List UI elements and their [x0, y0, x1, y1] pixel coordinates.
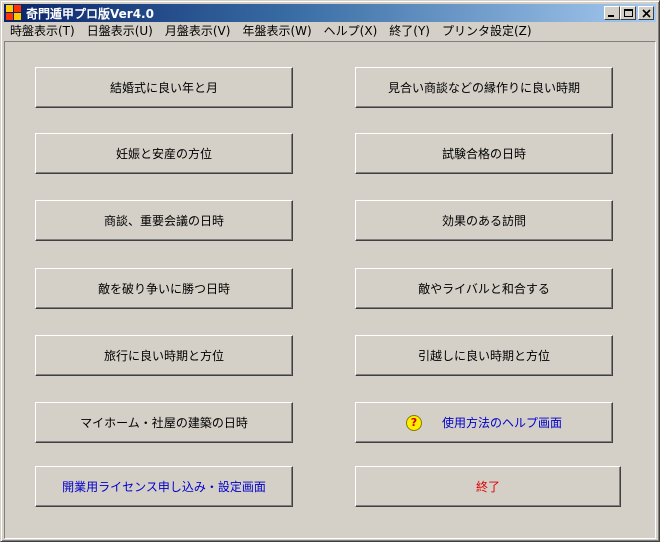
- help-button[interactable]: ? 使用方法のヘルプ画面: [355, 402, 613, 443]
- business-meeting-button[interactable]: 商談、重要会議の日時: [35, 200, 293, 241]
- close-icon: [642, 9, 651, 18]
- pregnancy-button[interactable]: 妊娠と安産の方位: [35, 133, 293, 174]
- menu-help[interactable]: ヘルプ(X): [318, 22, 384, 40]
- app-icon: [6, 5, 22, 21]
- menu-year-board[interactable]: 年盤表示(W): [236, 22, 317, 40]
- license-button[interactable]: 開業用ライセンス申し込み・設定画面: [35, 466, 293, 507]
- window-controls: [604, 6, 654, 20]
- marriage-button[interactable]: 結婚式に良い年と月: [35, 67, 293, 108]
- moving-button[interactable]: 引越しに良い時期と方位: [355, 335, 613, 376]
- menu-month-board[interactable]: 月盤表示(V): [159, 22, 237, 40]
- maximize-icon: [624, 9, 633, 17]
- maximize-button[interactable]: [620, 6, 636, 20]
- menu-bar: 時盤表示(T) 日盤表示(U) 月盤表示(V) 年盤表示(W) ヘルプ(X) 終…: [4, 22, 656, 40]
- exit-button[interactable]: 終了: [355, 466, 621, 507]
- travel-button[interactable]: 旅行に良い時期と方位: [35, 335, 293, 376]
- minimize-icon: [608, 15, 614, 17]
- menu-printer-settings[interactable]: プリンタ設定(Z): [436, 22, 538, 40]
- minimize-button[interactable]: [604, 6, 620, 20]
- app-window: 奇門遁甲プロ版Ver4.0 時盤表示(T) 日盤表示(U) 月盤表示(V) 年盤…: [0, 0, 660, 542]
- help-button-label: 使用方法のヘルプ画面: [441, 416, 562, 430]
- matchmaking-button[interactable]: 見合い商談などの縁作りに良い時期: [355, 67, 613, 108]
- defeat-enemy-button[interactable]: 敵を破り争いに勝つ日時: [35, 268, 293, 309]
- window-title: 奇門遁甲プロ版Ver4.0: [26, 6, 154, 21]
- menu-hour-board[interactable]: 時盤表示(T): [4, 22, 81, 40]
- help-icon: ?: [405, 414, 422, 431]
- exam-button[interactable]: 試験合格の日時: [355, 133, 613, 174]
- visit-button[interactable]: 効果のある訪問: [355, 200, 613, 241]
- title-bar[interactable]: 奇門遁甲プロ版Ver4.0: [4, 4, 656, 22]
- reconcile-button[interactable]: 敵やライバルと和合する: [355, 268, 613, 309]
- menu-day-board[interactable]: 日盤表示(U): [81, 22, 159, 40]
- client-area: 結婚式に良い年と月 見合い商談などの縁作りに良い時期 妊娠と安産の方位 試験合格…: [4, 41, 656, 539]
- close-button[interactable]: [638, 6, 654, 20]
- house-building-button[interactable]: マイホーム・社屋の建築の日時: [35, 402, 293, 443]
- menu-exit[interactable]: 終了(Y): [383, 22, 436, 40]
